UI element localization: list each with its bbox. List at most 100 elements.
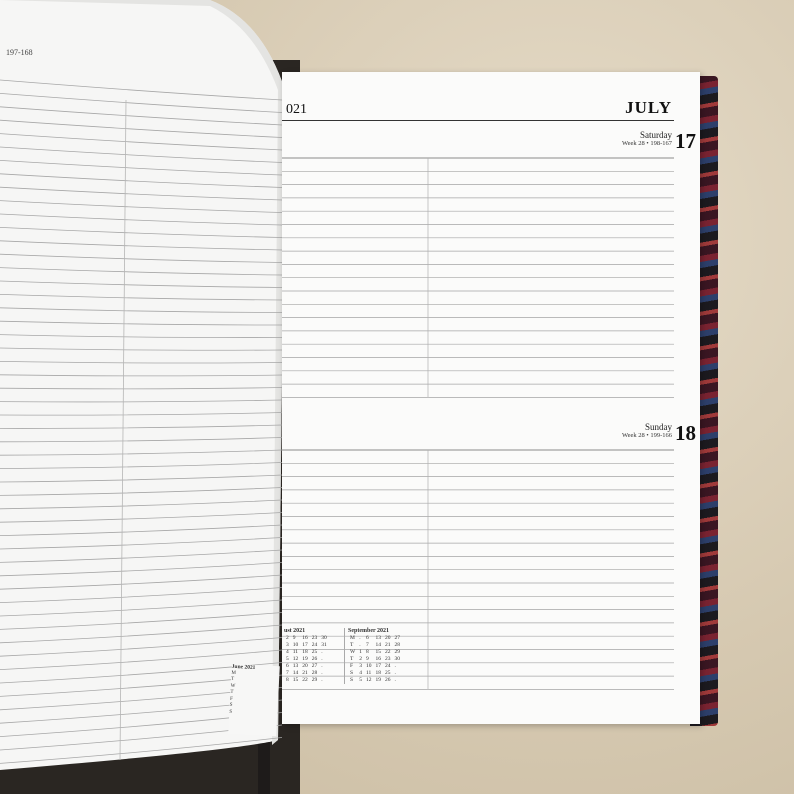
calendar-date: 10 bbox=[365, 663, 372, 669]
calendar-date: 8 bbox=[286, 677, 289, 683]
june-mini-calendar: June 2021 M T W T F S S bbox=[228, 663, 280, 737]
calendar-row: 7 14 21 28. bbox=[284, 670, 329, 677]
calendar-date: . bbox=[321, 677, 323, 683]
calendar-row: 3 10 17 24 31 bbox=[284, 642, 329, 649]
september-calendar-title: September 2021 bbox=[348, 628, 390, 634]
calendar-row: T. 7 14 21 28 bbox=[348, 642, 402, 649]
calendar-date: 23 bbox=[384, 656, 391, 662]
calendar-row: T 2 9 16 23 30 bbox=[348, 656, 402, 663]
calendar-date: . bbox=[394, 670, 396, 676]
calendar-date: 7 bbox=[286, 670, 289, 676]
calendar-date: . bbox=[394, 677, 396, 683]
calendar-date: 25 bbox=[384, 670, 391, 676]
calendar-date: 7 bbox=[365, 642, 369, 648]
calendar-row: S 4 11 18 25. bbox=[348, 670, 402, 677]
day-initial: F bbox=[350, 663, 354, 669]
calendar-date: . bbox=[321, 656, 323, 662]
calendar-date: 6 bbox=[365, 635, 369, 641]
calendar-date: 10 bbox=[292, 642, 299, 648]
day-initial: T bbox=[350, 642, 354, 648]
august-calendar-title: ust 2021 bbox=[284, 628, 306, 634]
august-mini-calendar: ust 2021 2 9 16 23 30 3 10 17 24 31 4 11 18 25. 5 12 19 2… bbox=[284, 628, 329, 684]
calendar-date: 26 bbox=[384, 677, 391, 683]
calendar-date: 22 bbox=[384, 649, 391, 655]
calendar-date: 29 bbox=[311, 677, 318, 683]
day-initial: T bbox=[350, 656, 354, 662]
june-day-initials: M T W T F S S bbox=[229, 670, 236, 715]
calendar-date: 2 bbox=[359, 656, 362, 662]
calendar-date: 19 bbox=[302, 656, 308, 662]
calendar-date: 4 bbox=[286, 649, 289, 655]
calendar-date: 28 bbox=[394, 642, 400, 648]
day-number: 17 bbox=[675, 129, 696, 153]
calendar-date: 5 bbox=[286, 656, 289, 662]
calendar-date: 26 bbox=[311, 656, 318, 662]
calendar-date: 29 bbox=[394, 649, 400, 655]
calendar-date: 27 bbox=[394, 635, 400, 641]
calendar-date: 8 bbox=[365, 649, 369, 655]
year-label: 021 bbox=[286, 102, 307, 117]
week-info: Week 28 • 198-167 bbox=[622, 140, 672, 147]
calendar-date: 2 bbox=[286, 635, 289, 641]
calendar-date: 24 bbox=[311, 642, 318, 648]
calendar-date: 23 bbox=[311, 635, 318, 641]
calendar-date: . bbox=[321, 663, 323, 669]
calendar-row: F 3 10 17 24. bbox=[348, 663, 402, 670]
calendar-date: 18 bbox=[375, 670, 381, 676]
calendar-date: 13 bbox=[292, 663, 299, 669]
left-page: 197-168 June 2021 M T W T F S S bbox=[0, 0, 288, 794]
calendar-date: 6 bbox=[286, 663, 289, 669]
calendar-date: 19 bbox=[375, 677, 381, 683]
calendar-date: . bbox=[394, 663, 396, 669]
calendar-date: 30 bbox=[321, 635, 327, 641]
day-name: Sunday bbox=[645, 422, 672, 432]
calendar-date: 11 bbox=[365, 670, 372, 676]
calendar-date: . bbox=[321, 670, 323, 676]
calendar-date: 20 bbox=[384, 635, 391, 641]
left-page-number: 197-168 bbox=[6, 48, 33, 57]
calendar-date: 16 bbox=[375, 656, 381, 662]
calendar-date: 3 bbox=[359, 663, 362, 669]
calendar-row: M. 6 13 20 27 bbox=[348, 635, 402, 642]
week-info: Week 28 • 199-166 bbox=[622, 432, 672, 439]
right-page: 021 JULY Saturday Week 28 • 198-167 17 S… bbox=[282, 72, 700, 724]
calendar-row: 6 13 20 27. bbox=[284, 663, 329, 670]
calendar-date: 27 bbox=[311, 663, 318, 669]
calendar-row: W 1 8 15 22 29 bbox=[348, 649, 402, 656]
calendar-date: 21 bbox=[302, 670, 308, 676]
sunday-ruled-lines bbox=[282, 448, 674, 698]
calendar-row: 5 12 19 26. bbox=[284, 656, 329, 663]
september-mini-calendar: September 2021 M. 6 13 20 27 T. 7 14 21 28 W 1 8 15 22… bbox=[344, 628, 402, 684]
calendar-date: 17 bbox=[375, 663, 381, 669]
day-number: 18 bbox=[675, 421, 696, 445]
calendar-date: 30 bbox=[394, 656, 400, 662]
day-initial: S bbox=[350, 677, 354, 683]
calendar-row: 8 15 22 29. bbox=[284, 677, 329, 684]
sunday-header: Sunday Week 28 • 199-166 bbox=[622, 422, 672, 439]
calendar-row: 4 11 18 25. bbox=[284, 649, 329, 656]
header-rule bbox=[282, 120, 674, 121]
calendar-date: 12 bbox=[292, 656, 299, 662]
calendar-date: 15 bbox=[375, 649, 381, 655]
calendar-date: 9 bbox=[365, 656, 369, 662]
calendar-date: 12 bbox=[365, 677, 372, 683]
calendar-date: 22 bbox=[302, 677, 308, 683]
calendar-date: 5 bbox=[359, 677, 362, 683]
calendar-date: 1 bbox=[359, 649, 362, 655]
calendar-date: 28 bbox=[311, 670, 318, 676]
calendar-date: . bbox=[359, 642, 361, 648]
saturday-header: Saturday Week 28 • 198-167 bbox=[622, 130, 672, 147]
day-name: Saturday bbox=[640, 130, 672, 140]
day-initial: S bbox=[350, 670, 354, 676]
calendar-date: 9 bbox=[292, 635, 296, 641]
calendar-date: 14 bbox=[375, 642, 381, 648]
calendar-date: 21 bbox=[384, 642, 391, 648]
calendar-date: 14 bbox=[292, 670, 299, 676]
calendar-date: 15 bbox=[292, 677, 299, 683]
calendar-date: . bbox=[321, 649, 323, 655]
calendar-date: 25 bbox=[311, 649, 318, 655]
calendar-date: . bbox=[359, 635, 361, 641]
calendar-date: 31 bbox=[321, 642, 327, 648]
august-calendar-grid: 2 9 16 23 30 3 10 17 24 31 4 11 18 25. 5 12 19 26. 6 13 20 27… bbox=[284, 635, 329, 684]
day-initial: W bbox=[350, 649, 356, 655]
